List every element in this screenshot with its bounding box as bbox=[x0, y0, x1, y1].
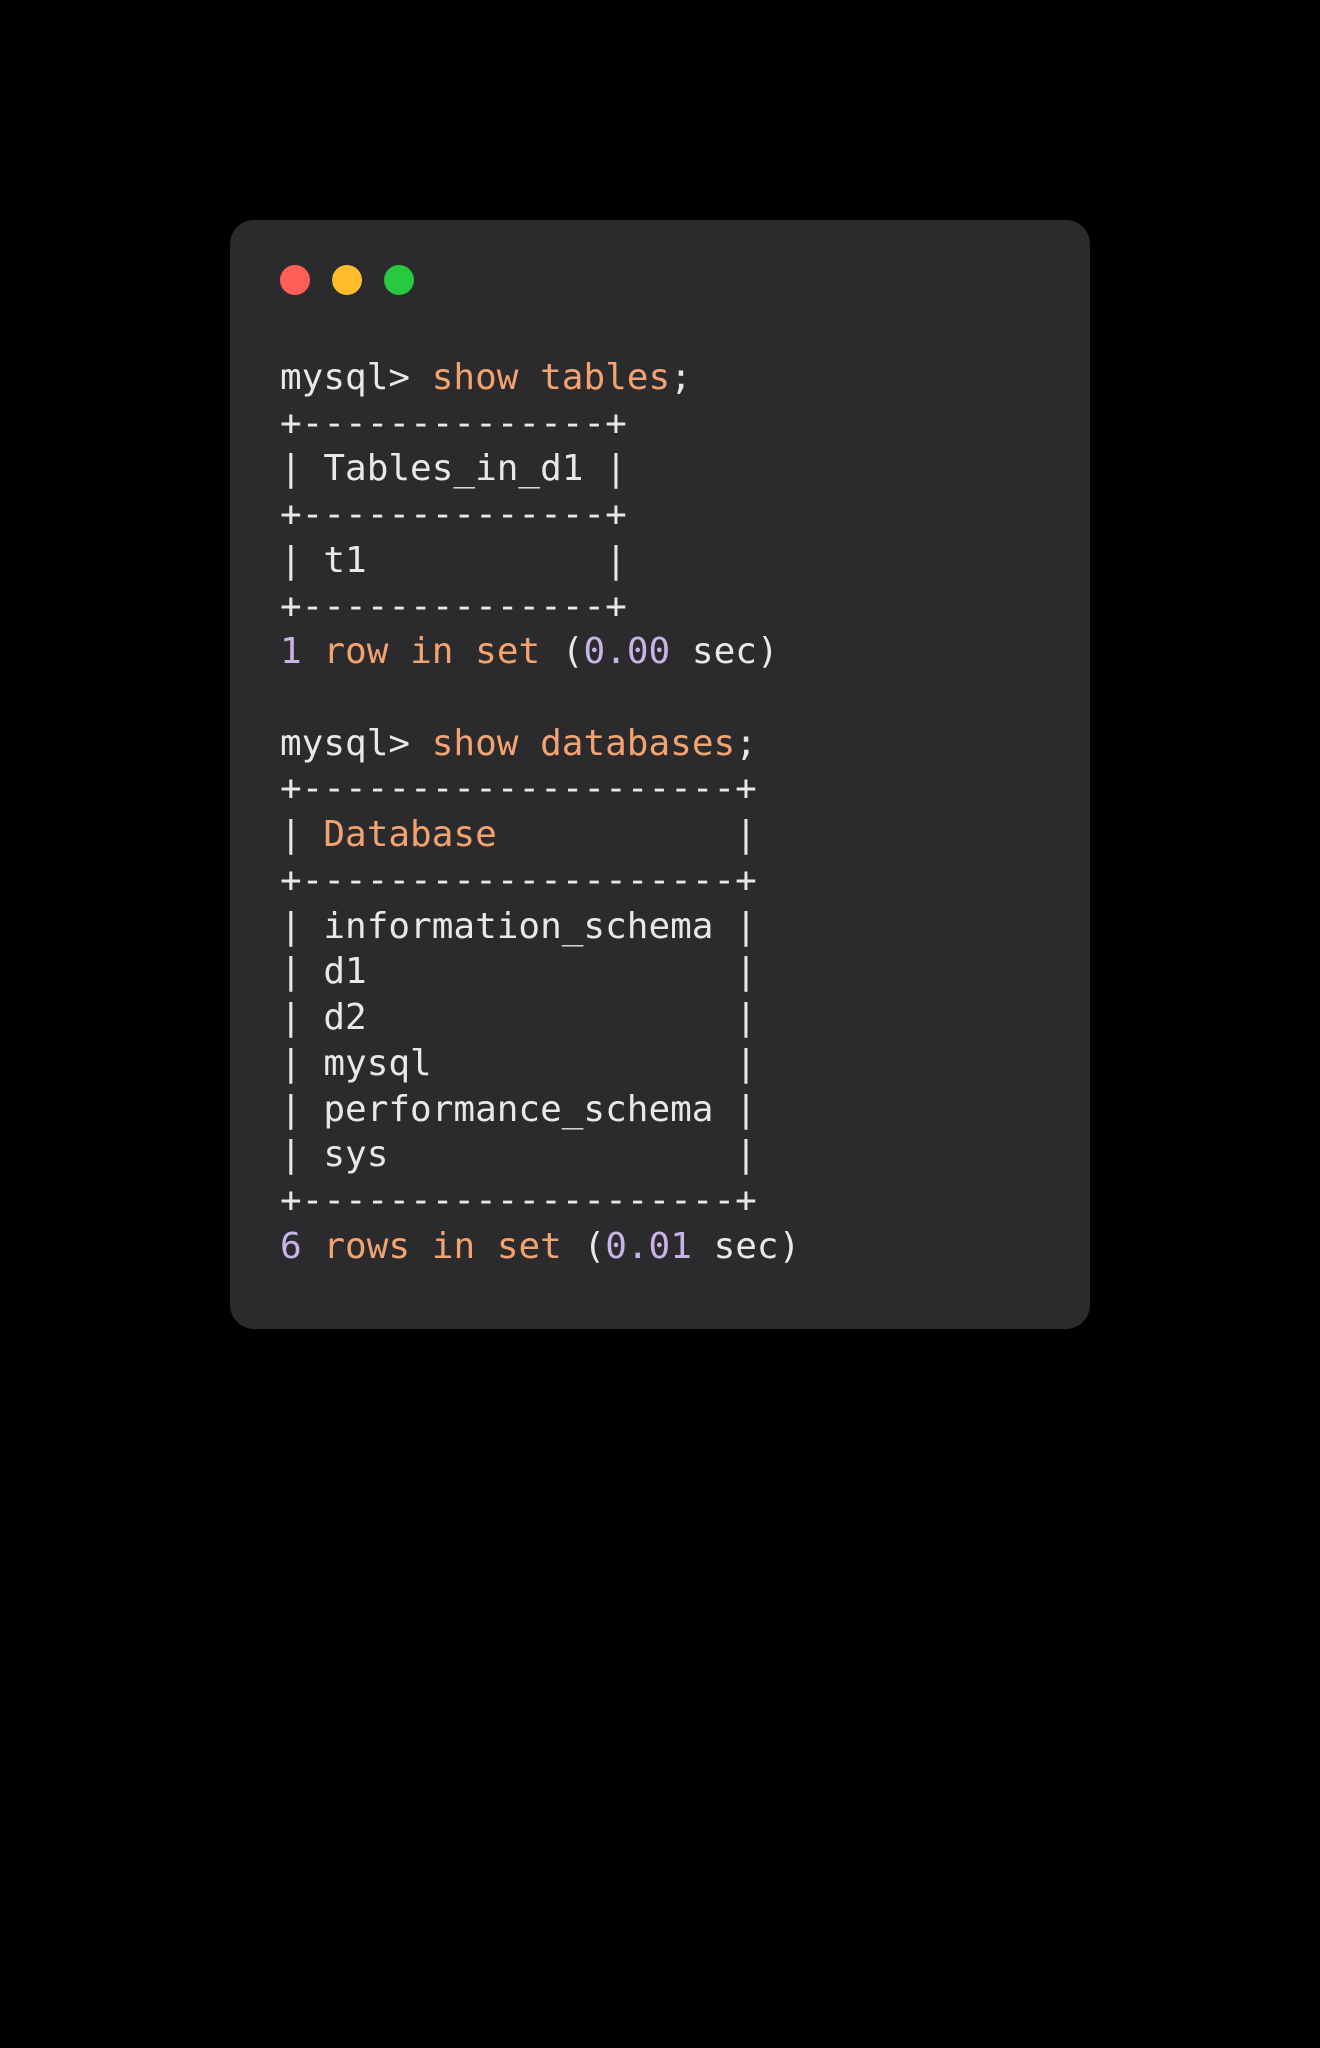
table-border: +--------------+ bbox=[280, 492, 1040, 538]
table-header-row: | Database | bbox=[280, 812, 1040, 858]
table-header-row: | Tables_in_d1 | bbox=[280, 446, 1040, 492]
command-line: mysql> show databases; bbox=[280, 721, 1040, 767]
command-argument: tables bbox=[540, 357, 670, 398]
table-row: | d2 | bbox=[280, 995, 1040, 1041]
table-row: | mysql | bbox=[280, 1041, 1040, 1087]
result-summary: 6 rows in set (0.01 sec) bbox=[280, 1224, 1040, 1270]
command-keyword: show bbox=[432, 357, 519, 398]
result-count: 6 bbox=[280, 1226, 302, 1267]
table-row: | information_schema | bbox=[280, 904, 1040, 950]
mysql-prompt: mysql> bbox=[280, 357, 432, 398]
minimize-icon[interactable] bbox=[332, 265, 362, 295]
table-border: +--------------+ bbox=[280, 401, 1040, 447]
command-argument: databases bbox=[540, 723, 735, 764]
result-count: 1 bbox=[280, 631, 302, 672]
result-time: 0.00 bbox=[584, 631, 671, 672]
terminal-window: mysql> show tables;+--------------+| Tab… bbox=[230, 220, 1090, 1329]
command-line: mysql> show tables; bbox=[280, 355, 1040, 401]
table-border: +--------------------+ bbox=[280, 766, 1040, 812]
table-header-label: | Tables_in_d1 | bbox=[280, 448, 627, 489]
table-row: | d1 | bbox=[280, 949, 1040, 995]
table-header-label: Database bbox=[323, 814, 496, 855]
zoom-icon[interactable] bbox=[384, 265, 414, 295]
result-time: 0.01 bbox=[605, 1226, 692, 1267]
table-border: +--------------------+ bbox=[280, 1178, 1040, 1224]
table-row: | sys | bbox=[280, 1132, 1040, 1178]
blank-line bbox=[280, 675, 1040, 721]
table-border: +--------------------+ bbox=[280, 858, 1040, 904]
table-border: +--------------+ bbox=[280, 584, 1040, 630]
result-summary: 1 row in set (0.00 sec) bbox=[280, 629, 1040, 675]
terminal-output[interactable]: mysql> show tables;+--------------+| Tab… bbox=[280, 355, 1040, 1269]
close-icon[interactable] bbox=[280, 265, 310, 295]
table-row: | t1 | bbox=[280, 538, 1040, 584]
mysql-prompt: mysql> bbox=[280, 723, 432, 764]
command-keyword: show bbox=[432, 723, 519, 764]
table-row: | performance_schema | bbox=[280, 1087, 1040, 1133]
window-titlebar bbox=[280, 265, 1040, 295]
